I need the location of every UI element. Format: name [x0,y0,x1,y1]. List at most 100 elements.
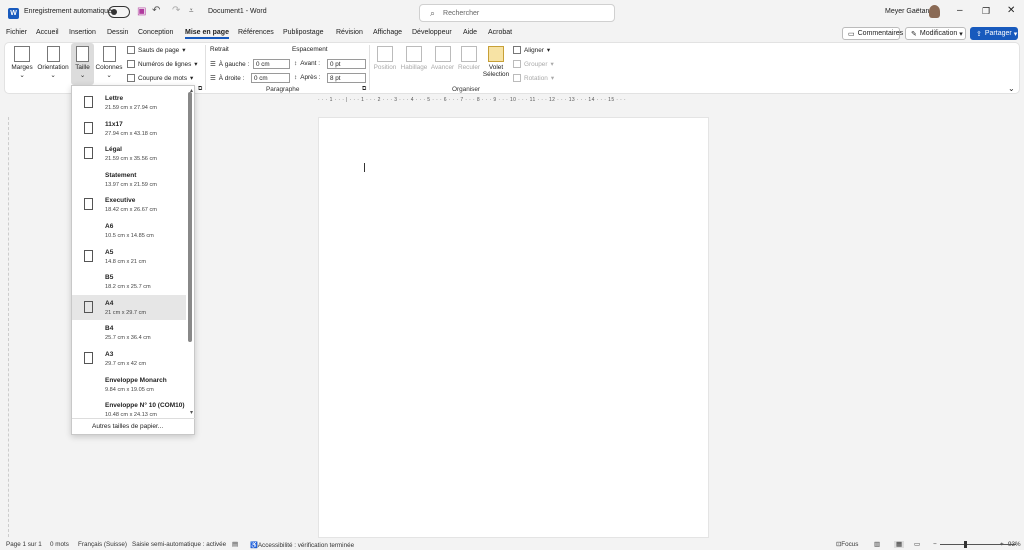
search-box[interactable]: ⌕ Rechercher [419,4,615,22]
indent-right-label: ☰ À droite : [210,74,244,83]
save-icon[interactable]: ▣ [137,6,146,17]
accessibility-status[interactable]: ♿Accessibilité : vérification terminée [250,541,354,549]
language-status[interactable]: Français (Suisse) [78,541,127,548]
collapse-ribbon-icon[interactable]: ⌄ [1008,84,1015,93]
chevron-down-icon: ▾ [546,47,551,54]
page-size-item[interactable]: A6 10.5 cm x 14.85 cm [72,218,186,244]
chevron-down-icon: ⌄ [50,72,56,79]
size-button[interactable]: Taille ⌄ [71,43,94,85]
page-size-item[interactable]: Executive 18.42 cm x 26.67 cm [72,192,186,218]
autosave-label: Enregistrement automatique [24,8,112,15]
undo-icon[interactable]: ↶ [152,5,160,16]
page-size-name: Statement [105,171,137,179]
redo-icon[interactable]: ↷ [172,5,180,16]
spacing-before-text: Avant : [300,60,320,67]
page-size-item[interactable]: B5 18.2 cm x 25.7 cm [72,269,186,295]
page-size-dimensions: 14.8 cm x 21 cm [105,258,147,265]
page-size-item[interactable]: A5 14.8 cm x 21 cm [72,244,186,270]
share-icon: ⇪ [976,30,982,38]
page-size-item[interactable]: Enveloppe Monarch 9.84 cm x 19.05 cm [72,372,186,398]
tab-dessin[interactable]: Dessin [107,29,128,36]
columns-button[interactable]: Colonnes ⌄ [95,46,123,79]
chevron-down-icon: ▾ [1013,30,1018,38]
spacing-after-label: ↕ Après : [294,74,320,81]
align-icon [513,46,521,54]
spacing-after-input[interactable]: 8 pt [327,73,366,83]
group-divider [205,45,206,90]
print-layout-icon[interactable]: ▦ [894,541,904,548]
comments-button[interactable]: ▭ Commentaires [842,27,903,40]
spacing-before-input[interactable]: 0 pt [327,59,366,69]
tab-aide[interactable]: Aide [463,29,477,36]
tab-insertion[interactable]: Insertion [69,29,96,36]
group-button[interactable]: Grouper ▾ [513,60,554,68]
orientation-button[interactable]: Orientation ⌄ [36,46,70,79]
focus-button[interactable]: ⊡Focus [836,541,858,548]
zoom-out-icon[interactable]: − [933,541,937,548]
document-page[interactable] [318,117,709,538]
align-button[interactable]: Aligner ▾ [513,46,550,54]
page-size-dimensions: 13.97 cm x 21.59 cm [105,181,157,188]
columns-label: Colonnes [95,64,123,71]
page-setup-launcher-icon[interactable]: ⧉ [198,86,202,93]
customize-qat-icon[interactable]: ⩡ [189,6,194,16]
paragraph-launcher-icon[interactable]: ⧉ [362,86,366,93]
page-size-menu: Lettre 21.59 cm x 27.94 cm 11x17 27.94 cm x… [71,85,196,435]
position-button[interactable]: Position [373,46,397,71]
hyphenation-label: Coupure de mots [138,74,188,82]
minimize-icon[interactable]: – [957,5,963,16]
scrollbar-thumb[interactable] [188,92,192,342]
wrap-button[interactable]: Habillage [400,46,428,71]
word-count[interactable]: 0 mots [50,541,69,548]
zoom-slider[interactable] [940,544,1016,545]
indent-left-input[interactable]: 0 cm [253,59,290,69]
page-size-item[interactable]: 11x17 27.94 cm x 43.18 cm [72,116,186,142]
page-size-item[interactable]: A4 21 cm x 29.7 cm [72,294,186,321]
tab-publipostage[interactable]: Publipostage [283,29,323,36]
tab-conception[interactable]: Conception [138,29,173,36]
restore-icon[interactable]: ❐ [982,6,990,17]
tab-acrobat[interactable]: Acrobat [488,29,512,36]
more-paper-sizes-item[interactable]: Autres tailles de papier... [72,418,196,434]
align-label: Aligner [524,46,544,54]
web-layout-icon[interactable]: ▭ [914,541,920,548]
tab-developpeur[interactable]: Développeur [412,29,452,36]
forward-button[interactable]: Avancer [430,46,455,71]
page-thumbnail-icon [84,249,93,262]
page-count[interactable]: Page 1 sur 1 [6,541,42,548]
tab-affichage[interactable]: Affichage [373,29,402,36]
page-size-item[interactable]: Lettre 21.59 cm x 27.94 cm [72,90,186,116]
tab-accueil[interactable]: Accueil [36,29,59,36]
indent-right-input[interactable]: 0 cm [251,73,290,83]
tab-revision[interactable]: Révision [336,29,363,36]
edit-mode-button[interactable]: ✎ Modification ▾ [905,27,966,40]
tab-mise-en-page[interactable]: Mise en page [185,29,229,39]
scroll-down-icon[interactable]: ▾ [190,409,193,416]
line-numbers-button[interactable]: Numéros de lignes ▾ [127,60,198,68]
tab-fichier[interactable]: Fichier [6,29,27,36]
tab-references[interactable]: Références [238,29,274,36]
track-changes-icon[interactable]: ▤ [232,541,238,548]
page-size-item[interactable]: Enveloppe N° 10 (COM10) 10.48 cm x 24.13 … [72,397,186,419]
backward-button[interactable]: Reculer [457,46,481,71]
page-size-item[interactable]: Légal 21.59 cm x 35.56 cm [72,141,186,167]
page-size-item[interactable]: A3 29.7 cm x 42 cm [72,346,186,372]
share-button[interactable]: ⇪ Partager ▾ [970,27,1018,40]
page-size-name: 11x17 [105,120,123,128]
chevron-down-icon: ▾ [550,61,554,68]
page-size-item[interactable]: B4 25.7 cm x 36.4 cm [72,320,186,346]
page-thumbnail-icon [84,352,93,364]
page-size-dimensions: 29.7 cm x 42 cm [105,361,147,367]
read-mode-icon[interactable]: ▥ [874,541,880,548]
avatar[interactable] [929,5,940,18]
selection-pane-button[interactable]: Volet Sélection [482,46,510,78]
autosave-toggle[interactable] [108,6,130,18]
rotate-button[interactable]: Rotation ▾ [513,74,554,82]
zoom-slider-thumb[interactable] [964,541,967,548]
breaks-button[interactable]: Sauts de page ▾ [127,46,185,54]
close-icon[interactable]: ✕ [1007,5,1015,16]
hyphenation-button[interactable]: Coupure de mots ▾ [127,74,193,82]
margins-button[interactable]: Marges ⌄ [10,46,34,79]
autocomplete-status[interactable]: Saisie semi-automatique : activée [132,541,226,548]
page-size-item[interactable]: Statement 13.97 cm x 21.59 cm [72,167,186,193]
